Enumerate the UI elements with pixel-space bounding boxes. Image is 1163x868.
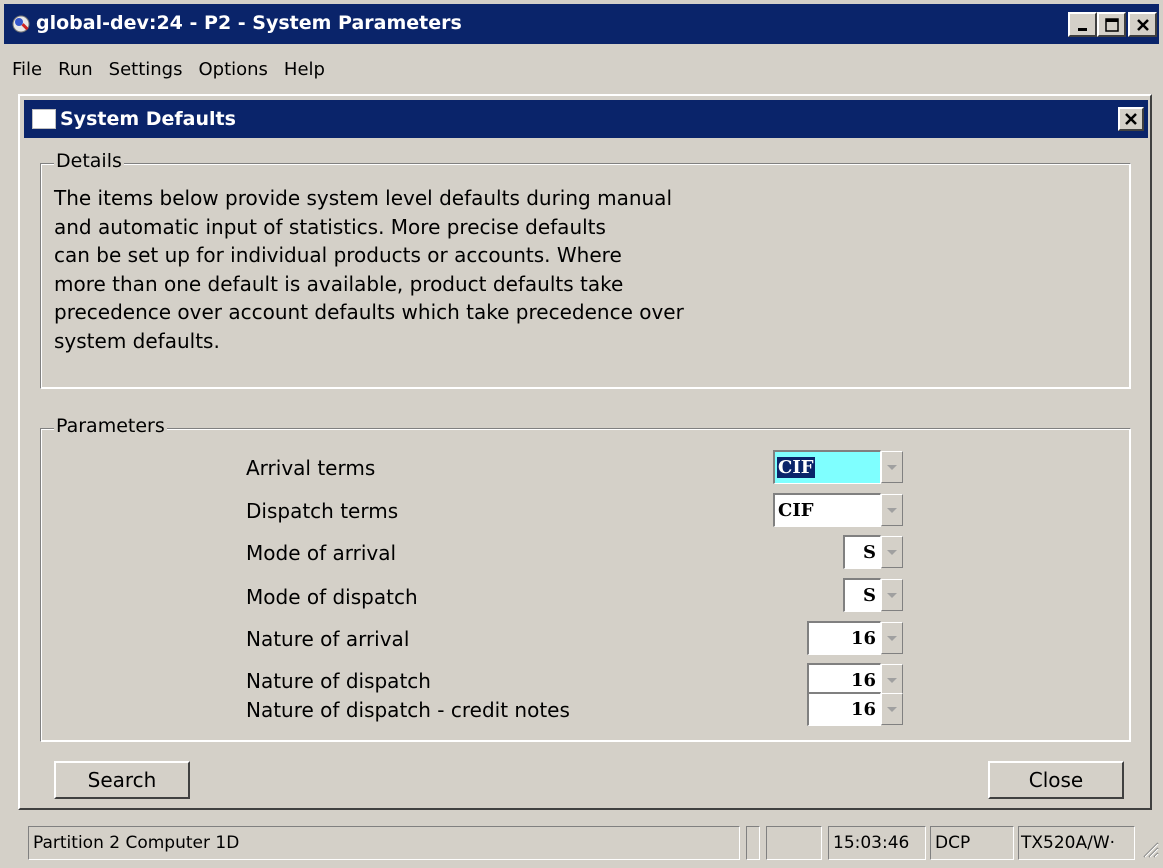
dispatch-terms-dropdown-button[interactable] bbox=[881, 494, 903, 526]
dispatch-terms-value: CIF bbox=[778, 500, 814, 521]
details-line: The items below provide system level def… bbox=[54, 186, 672, 210]
details-line: system defaults. bbox=[54, 328, 220, 353]
nature-of-dispatch-credit-notes-label: Nature of dispatch - credit notes bbox=[246, 698, 570, 722]
status-empty-1 bbox=[746, 826, 760, 860]
details-text: The items below provide system level def… bbox=[54, 184, 1114, 356]
mode-of-arrival-label: Mode of arrival bbox=[246, 541, 397, 565]
chevron-down-icon bbox=[887, 635, 897, 641]
arrival-terms-input[interactable]: CIF bbox=[773, 450, 881, 484]
mode-of-arrival-value: S bbox=[863, 542, 876, 563]
details-line: can be set up for individual products or… bbox=[54, 243, 622, 268]
dispatch-terms-input[interactable]: CIF bbox=[773, 493, 881, 527]
search-button[interactable]: Search bbox=[54, 761, 190, 799]
chevron-down-icon bbox=[887, 706, 897, 712]
close-icon bbox=[1125, 113, 1137, 125]
nature-of-arrival-value: 16 bbox=[850, 628, 876, 649]
dialog-title: System Defaults bbox=[60, 108, 236, 130]
arrival-terms-dropdown-button[interactable] bbox=[881, 451, 903, 483]
status-empty-2 bbox=[766, 826, 822, 860]
dialog-title-bar[interactable]: System Defaults bbox=[24, 100, 1148, 138]
maximize-button[interactable] bbox=[1097, 12, 1126, 37]
dispatch-terms-label: Dispatch terms bbox=[246, 499, 399, 523]
details-line: more than one default is available, prod… bbox=[54, 271, 624, 296]
mode-of-dispatch-input[interactable]: S bbox=[843, 578, 881, 612]
minimize-button[interactable] bbox=[1068, 12, 1097, 37]
details-line: precedence over account defaults which t… bbox=[54, 300, 684, 325]
window-icon bbox=[32, 109, 56, 129]
parameters-group-label: Parameters bbox=[54, 415, 167, 437]
app-title-bar[interactable]: global-dev:24 - P2 - System Parameters bbox=[4, 4, 1159, 44]
chevron-down-icon bbox=[887, 549, 897, 555]
status-partition: Partition 2 Computer 1D bbox=[28, 826, 740, 860]
nature-of-dispatch-credit-notes-value: 16 bbox=[850, 699, 876, 720]
chevron-down-icon bbox=[887, 592, 897, 598]
nature-of-dispatch-credit-notes-dropdown-button[interactable] bbox=[881, 693, 903, 725]
app-title: global-dev:24 - P2 - System Parameters bbox=[36, 12, 462, 34]
status-time: 15:03:46 bbox=[828, 826, 926, 860]
nature-of-dispatch-value: 16 bbox=[850, 670, 876, 691]
menu-file[interactable]: File bbox=[12, 59, 42, 80]
arrival-terms-value: CIF bbox=[777, 457, 815, 478]
menu-help[interactable]: Help bbox=[284, 59, 325, 80]
details-line: and automatic input of statistics. More … bbox=[54, 214, 606, 239]
dialog-close-button[interactable] bbox=[1118, 107, 1144, 131]
status-program: TX520A/W· bbox=[1018, 826, 1135, 860]
nature-of-arrival-label: Nature of arrival bbox=[246, 627, 410, 651]
chevron-down-icon bbox=[887, 464, 897, 470]
mode-of-dispatch-dropdown-button[interactable] bbox=[881, 579, 903, 611]
chevron-down-icon bbox=[887, 507, 897, 513]
mode-of-arrival-input[interactable]: S bbox=[843, 535, 881, 569]
nature-of-dispatch-label: Nature of dispatch bbox=[246, 669, 431, 693]
details-group-label: Details bbox=[54, 150, 124, 172]
arrival-terms-label: Arrival terms bbox=[246, 456, 376, 480]
parameters-group bbox=[40, 428, 1131, 742]
resize-grip-icon[interactable] bbox=[1139, 838, 1159, 858]
nature-of-arrival-dropdown-button[interactable] bbox=[881, 622, 903, 654]
close-icon bbox=[1136, 18, 1149, 31]
window-close-button[interactable] bbox=[1128, 12, 1157, 37]
minimize-icon bbox=[1077, 27, 1087, 31]
nature-of-dispatch-dropdown-button[interactable] bbox=[881, 664, 903, 696]
menu-run[interactable]: Run bbox=[58, 59, 93, 80]
menu-options[interactable]: Options bbox=[198, 59, 267, 80]
chevron-down-icon bbox=[887, 677, 897, 683]
maximize-icon bbox=[1104, 17, 1119, 32]
mode-of-arrival-dropdown-button[interactable] bbox=[881, 536, 903, 568]
menu-bar: File Run Settings Options Help bbox=[12, 56, 341, 82]
nature-of-arrival-input[interactable]: 16 bbox=[807, 621, 881, 655]
mode-of-dispatch-value: S bbox=[863, 585, 876, 606]
app-icon bbox=[12, 15, 30, 33]
close-button[interactable]: Close bbox=[988, 761, 1124, 799]
status-mode: DCP bbox=[930, 826, 1014, 860]
nature-of-dispatch-credit-notes-input[interactable]: 16 bbox=[807, 692, 881, 726]
menu-settings[interactable]: Settings bbox=[109, 59, 183, 80]
mode-of-dispatch-label: Mode of dispatch bbox=[246, 585, 418, 609]
